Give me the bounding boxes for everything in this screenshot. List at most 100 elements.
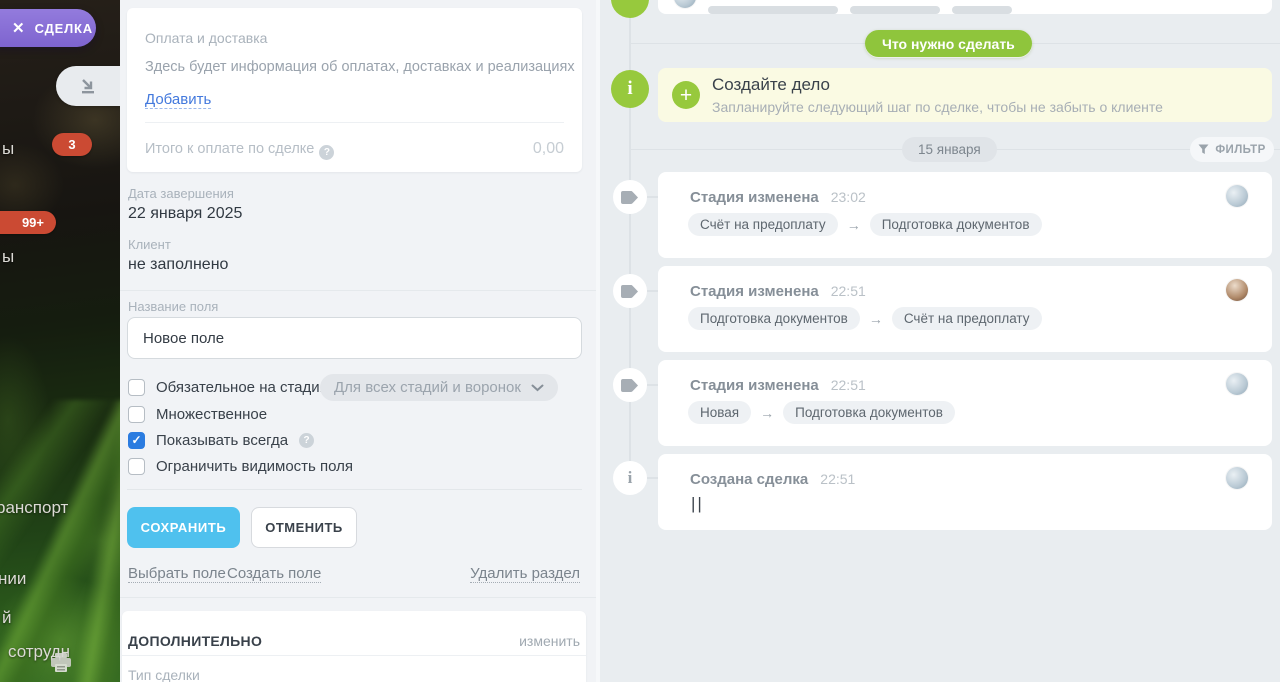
stage-to[interactable]: Счёт на предоплату [891, 307, 1042, 330]
sidebar-item-fragment[interactable]: ы [2, 139, 14, 159]
event-title: Стадия изменена [690, 283, 819, 300]
todo-divider-badge: Что нужно сделать [865, 30, 1032, 57]
checkbox-row-required: Обязательное на стадии: [128, 377, 332, 397]
sidebar: ы 3 99+ ы ранспорт нии й сотрудн ✕ СДЕЛК… [0, 0, 120, 682]
avatar [1226, 279, 1248, 301]
select-field-link[interactable]: Выбрать поле [128, 565, 226, 583]
filter-icon [1198, 144, 1209, 154]
truncated-text [708, 6, 838, 14]
add-task-icon[interactable]: + [672, 81, 700, 109]
create-task-title: Создайте дело [712, 75, 830, 94]
sidebar-item-fragment[interactable]: нии [0, 569, 26, 589]
client-value[interactable]: не заполнено [128, 256, 228, 274]
notification-badge: 99+ [0, 211, 56, 234]
stage-dropdown-value: Для всех стадий и воронок [334, 379, 521, 396]
field-name-input[interactable] [127, 317, 582, 359]
stage-dropdown[interactable]: Для всех стадий и воронок [320, 374, 558, 401]
printer-icon[interactable] [50, 653, 72, 673]
filter-button[interactable]: ФИЛЬТР [1190, 137, 1274, 162]
sidebar-item-fragment[interactable]: й [2, 608, 12, 628]
filter-button-label: ФИЛЬТР [1215, 143, 1266, 156]
deal-button-label: СДЕЛКА [34, 20, 93, 36]
divider [127, 489, 582, 490]
tag-icon [621, 284, 638, 298]
divider [120, 290, 596, 291]
create-task-subtitle: Запланируйте следующий шаг по сделке, чт… [712, 99, 1163, 115]
create-task-banner[interactable]: + Создайте дело Запланируйте следующий ш… [658, 68, 1272, 122]
required-checkbox-label: Обязательное на стадии: [156, 378, 333, 396]
activity-feed: Что нужно сделать i + Создайте дело Запл… [600, 0, 1280, 682]
close-icon[interactable]: ✕ [12, 19, 25, 37]
sidebar-item-fragment[interactable]: ранспорт [0, 498, 68, 518]
collapse-icon [82, 79, 94, 94]
timeline-connector [647, 196, 658, 198]
create-field-link[interactable]: Создать поле [227, 565, 322, 583]
divider [145, 122, 564, 123]
timeline-connector [647, 290, 658, 292]
avatar [1226, 373, 1248, 395]
stage-from[interactable]: Новая [688, 401, 752, 424]
additional-section-card: ДОПОЛНИТЕЛЬНО изменить Тип сделки [122, 611, 586, 682]
stage-to[interactable]: Подготовка документов [869, 213, 1042, 236]
feed-item-deal-created: Создана сделка 22:51 || [658, 454, 1272, 530]
avatar [1226, 185, 1248, 207]
avatar [674, 0, 696, 8]
cancel-button[interactable]: ОТМЕНИТЬ [251, 507, 357, 548]
save-button[interactable]: СОХРАНИТЬ [127, 507, 240, 548]
deal-created-icon: i [613, 461, 647, 495]
feed-item-partial [658, 0, 1272, 14]
date-divider-badge: 15 января [902, 137, 997, 162]
restrict-visibility-checkbox[interactable] [128, 457, 145, 475]
stage-to[interactable]: Подготовка документов [783, 401, 955, 424]
arrow-right-icon: → [846, 216, 861, 233]
stage-change-icon [613, 368, 647, 402]
notification-badge: 3 [52, 133, 92, 156]
truncated-text [850, 6, 940, 14]
deal-close-button[interactable]: ✕ СДЕЛКА [0, 9, 96, 47]
feed-item-stage-change: Стадия изменена 22:51 Подготовка документ… [658, 266, 1272, 352]
checkbox-row-restrict: Ограничить видимость поля [128, 456, 353, 476]
deal-name[interactable]: || [691, 494, 704, 514]
timeline-connector [647, 477, 658, 479]
help-icon[interactable]: ? [319, 145, 335, 160]
payment-card-description: Здесь будет информация об оплатах, доста… [145, 59, 575, 75]
tag-icon [621, 190, 638, 204]
multiple-checkbox-label: Множественное [156, 405, 268, 423]
deal-type-label: Тип сделки [128, 667, 200, 682]
deal-settings-panel: Оплата и доставка Здесь будет информация… [120, 0, 600, 682]
arrow-right-icon: → [760, 404, 775, 421]
event-time: 23:02 [830, 189, 866, 205]
collapse-panel-button[interactable] [56, 66, 120, 106]
avatar [1226, 467, 1248, 489]
timeline-event-icon [611, 0, 649, 18]
close-date-value[interactable]: 22 января 2025 [128, 205, 242, 223]
restrict-visibility-checkbox-label: Ограничить видимость поля [156, 457, 354, 475]
payment-card: Оплата и доставка Здесь будет информация… [127, 8, 582, 172]
required-checkbox[interactable] [128, 378, 145, 396]
event-time: 22:51 [830, 377, 866, 393]
timeline-connector [647, 384, 658, 386]
close-date-label: Дата завершения [128, 186, 234, 201]
stage-change-icon [613, 180, 647, 214]
event-title: Стадия изменена [690, 189, 819, 206]
arrow-right-icon: → [868, 310, 883, 327]
feed-item-stage-change: Стадия изменена 23:02 Счёт на предоплату … [658, 172, 1272, 258]
additional-section-title: ДОПОЛНИТЕЛЬНО [128, 633, 263, 649]
multiple-checkbox[interactable] [128, 405, 145, 423]
delete-section-link[interactable]: Удалить раздел [470, 565, 580, 583]
show-always-checkbox[interactable]: ✓ [128, 431, 145, 449]
add-payment-link[interactable]: Добавить [145, 91, 212, 109]
show-always-checkbox-label: Показывать всегда [156, 431, 289, 449]
total-label: Итого к оплате по сделке? [145, 141, 335, 160]
background-photo [0, 400, 120, 682]
sidebar-item-fragment[interactable]: ы [2, 247, 14, 267]
check-icon: ✓ [131, 433, 142, 447]
edit-link[interactable]: изменить [519, 633, 580, 649]
event-time: 22:51 [830, 283, 866, 299]
stage-from[interactable]: Счёт на предоплату [688, 213, 838, 236]
help-icon[interactable]: ? [299, 432, 315, 448]
stage-from[interactable]: Подготовка документов [688, 307, 860, 330]
checkbox-row-show-always: ✓ Показывать всегда ? [128, 430, 315, 450]
payment-card-title: Оплата и доставка [145, 30, 268, 46]
field-name-label: Название поля [128, 299, 219, 314]
